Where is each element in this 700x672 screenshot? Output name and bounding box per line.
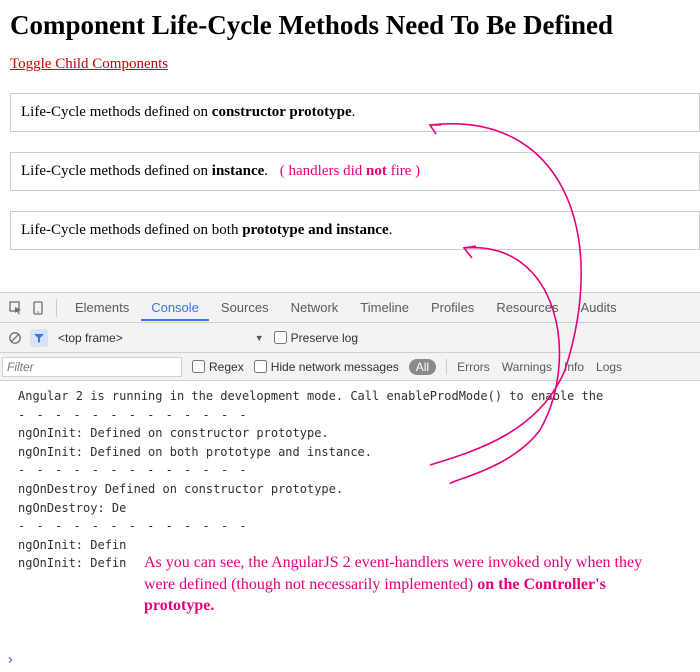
box-text: Life-Cycle methods defined on both <box>21 222 242 238</box>
annotation-block: As you can see, the AngularJS 2 event-ha… <box>140 550 660 619</box>
tab-elements[interactable]: Elements <box>65 294 139 321</box>
separator <box>446 359 447 375</box>
console-context-bar: <top frame> ▼ Preserve log <box>0 323 700 353</box>
level-all[interactable]: All <box>409 359 436 375</box>
box-suffix: . <box>264 163 268 179</box>
clear-console-icon[interactable] <box>6 329 24 347</box>
console-line: - - - - - - - - - - - - - <box>18 517 700 536</box>
console-line: Angular 2 is running in the development … <box>18 387 700 406</box>
context-label: <top frame> <box>58 331 123 345</box>
regex-input[interactable] <box>192 360 205 373</box>
box-text: Life-Cycle methods defined on <box>21 104 212 120</box>
box-suffix: . <box>352 104 356 120</box>
level-info[interactable]: Info <box>564 360 584 374</box>
annotation-inline: ( handlers did not fire ) <box>280 163 420 179</box>
regex-checkbox[interactable]: Regex <box>192 360 244 374</box>
console-line: - - - - - - - - - - - - - <box>18 406 700 425</box>
box-bold: constructor prototype <box>212 104 352 120</box>
lifecycle-box-instance: Life-Cycle methods defined on instance. … <box>10 152 700 191</box>
box-text: Life-Cycle methods defined on <box>21 163 212 179</box>
lifecycle-box-both: Life-Cycle methods defined on both proto… <box>10 211 700 250</box>
preserve-log-checkbox[interactable]: Preserve log <box>274 331 358 345</box>
regex-label: Regex <box>209 360 244 374</box>
device-mode-icon[interactable] <box>28 298 48 318</box>
filter-toggle-icon[interactable] <box>30 329 48 347</box>
filter-input[interactable] <box>2 357 182 377</box>
toggle-child-components-link[interactable]: Toggle Child Components <box>10 56 168 73</box>
tab-console[interactable]: Console <box>141 294 209 321</box>
annot-part: ( handlers did <box>280 163 366 179</box>
tab-sources[interactable]: Sources <box>211 294 279 321</box>
level-warnings[interactable]: Warnings <box>502 360 552 374</box>
tab-audits[interactable]: Audits <box>570 294 626 321</box>
hide-network-checkbox[interactable]: Hide network messages <box>254 360 399 374</box>
inspect-element-icon[interactable] <box>6 298 26 318</box>
log-level-filters: Errors Warnings Info Logs <box>457 360 622 374</box>
tab-profiles[interactable]: Profiles <box>421 294 484 321</box>
console-prompt[interactable]: › <box>6 652 14 668</box>
page-title: Component Life-Cycle Methods Need To Be … <box>10 10 700 41</box>
tab-network[interactable]: Network <box>281 294 349 321</box>
console-line: - - - - - - - - - - - - - <box>18 461 700 480</box>
box-suffix: . <box>389 222 393 238</box>
hide-network-label: Hide network messages <box>271 360 399 374</box>
preserve-log-label: Preserve log <box>291 331 358 345</box>
tab-timeline[interactable]: Timeline <box>350 294 419 321</box>
level-errors[interactable]: Errors <box>457 360 490 374</box>
console-line: ngOnDestroy Defined on constructor proto… <box>18 480 700 499</box>
box-bold: instance <box>212 163 265 179</box>
separator <box>56 299 57 317</box>
chevron-down-icon: ▼ <box>255 333 264 343</box>
annot-part: fire ) <box>387 163 420 179</box>
console-line: ngOnDestroy: De <box>18 499 700 518</box>
console-line: ngOnInit: Defined on constructor prototy… <box>18 424 700 443</box>
preserve-log-input[interactable] <box>274 331 287 344</box>
tab-resources[interactable]: Resources <box>486 294 568 321</box>
console-output: Angular 2 is running in the development … <box>0 381 700 573</box>
level-logs[interactable]: Logs <box>596 360 622 374</box>
execution-context-select[interactable]: <top frame> ▼ <box>54 330 268 346</box>
annot-bold: not <box>366 163 387 179</box>
devtools-tabbar: Elements Console Sources Network Timelin… <box>0 293 700 323</box>
box-bold: prototype and instance <box>242 222 388 238</box>
console-line: ngOnInit: Defined on both prototype and … <box>18 443 700 462</box>
hide-network-input[interactable] <box>254 360 267 373</box>
console-filter-bar: Regex Hide network messages All Errors W… <box>0 353 700 381</box>
lifecycle-box-prototype: Life-Cycle methods defined on constructo… <box>10 93 700 132</box>
